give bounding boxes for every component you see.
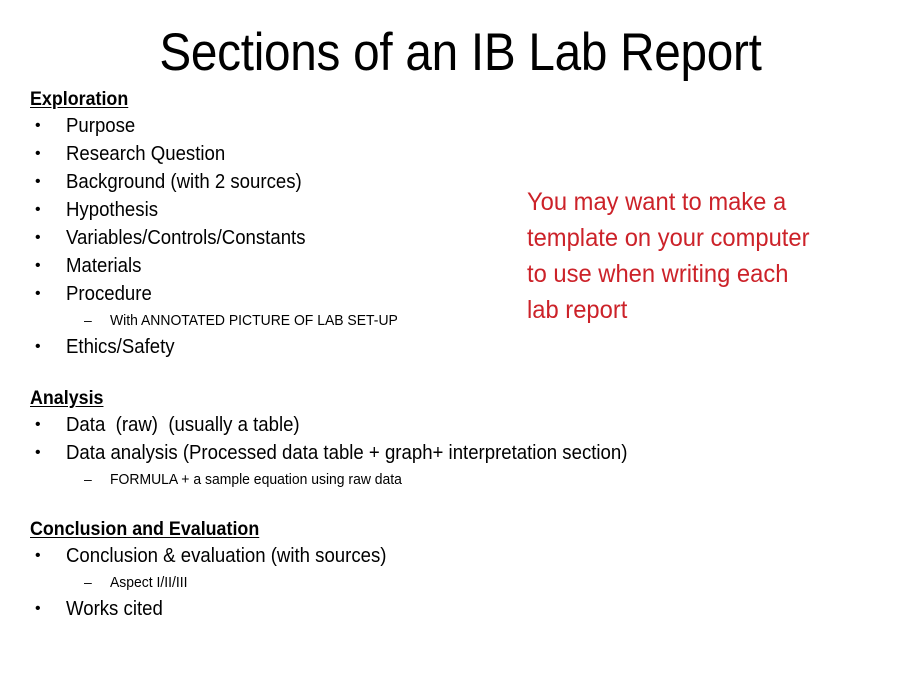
list-item-label: Data (raw) (usually a table) <box>66 414 300 436</box>
section-analysis: Analysis • Data (raw) (usually a table) … <box>30 387 770 492</box>
callout-note: You may want to make a template on your … <box>527 184 887 328</box>
list-item: • Works cited <box>30 595 770 623</box>
list-item-label: Works cited <box>66 598 163 620</box>
list-item-label: Ethics/Safety <box>66 336 175 358</box>
bullet-dot-icon: • <box>35 257 41 274</box>
section-heading-analysis: Analysis <box>30 388 104 409</box>
dash-icon: – <box>84 471 92 487</box>
section-conclusion-and-evaluation: Conclusion and Evaluation • Conclusion &… <box>30 518 770 623</box>
sub-list-item: – Aspect I/II/III <box>30 570 770 595</box>
bullet-dot-icon: • <box>35 229 41 246</box>
section-heading-exploration: Exploration <box>30 89 129 110</box>
bullet-list-analysis: • Data (raw) (usually a table) • Data an… <box>30 411 770 492</box>
callout-note-line: You may want to make a <box>527 188 787 216</box>
bullet-dot-icon: • <box>35 444 41 461</box>
bullet-dot-icon: • <box>35 145 41 162</box>
bullet-dot-icon: • <box>35 173 41 190</box>
page-title: Sections of an IB Lab Report <box>159 23 762 82</box>
list-item-label: Hypothesis <box>66 199 159 221</box>
sub-list-item-label: Aspect I/II/III <box>110 574 188 591</box>
list-item-label: Background (with 2 sources) <box>66 171 302 193</box>
list-item: • Conclusion & evaluation (with sources) <box>30 542 770 570</box>
list-item: • Ethics/Safety <box>30 333 770 361</box>
sub-list-item-label: FORMULA + a sample equation using raw da… <box>110 471 402 488</box>
list-item-label: Research Question <box>66 143 226 165</box>
sub-list-item: – FORMULA + a sample equation using raw … <box>30 467 770 492</box>
dash-icon: – <box>84 312 92 328</box>
list-item-label: Variables/Controls/Constants <box>66 227 306 249</box>
list-item-label: Procedure <box>66 283 152 305</box>
bullet-dot-icon: • <box>35 117 41 134</box>
list-item: • Data analysis (Processed data table + … <box>30 439 770 467</box>
list-item-label: Conclusion & evaluation (with sources) <box>66 545 387 567</box>
list-item: • Research Question <box>30 140 770 168</box>
bullet-dot-icon: • <box>35 600 41 617</box>
bullet-dot-icon: • <box>35 547 41 564</box>
bullet-dot-icon: • <box>35 338 41 355</box>
bullet-dot-icon: • <box>35 416 41 433</box>
slide-canvas: Sections of an IB Lab Report Exploration… <box>0 0 921 691</box>
section-heading-conclusion-and-evaluation: Conclusion and Evaluation <box>30 519 260 540</box>
bullet-list-conclusion: • Conclusion & evaluation (with sources)… <box>30 542 770 623</box>
content-body: Exploration • Purpose • Research Questio… <box>30 88 770 623</box>
callout-note-line: to use when writing each <box>527 260 789 288</box>
list-item-label: Purpose <box>66 115 136 137</box>
callout-note-line: lab report <box>527 296 628 324</box>
bullet-dot-icon: • <box>35 285 41 302</box>
list-item: • Purpose <box>30 112 770 140</box>
callout-note-line: template on your computer <box>527 224 810 252</box>
list-item: • Data (raw) (usually a table) <box>30 411 770 439</box>
dash-icon: – <box>84 574 92 590</box>
sub-list-item-label: With ANNOTATED PICTURE OF LAB SET-UP <box>110 312 398 329</box>
list-item-label: Data analysis (Processed data table + gr… <box>66 442 628 464</box>
bullet-dot-icon: • <box>35 201 41 218</box>
list-item-label: Materials <box>66 255 142 277</box>
